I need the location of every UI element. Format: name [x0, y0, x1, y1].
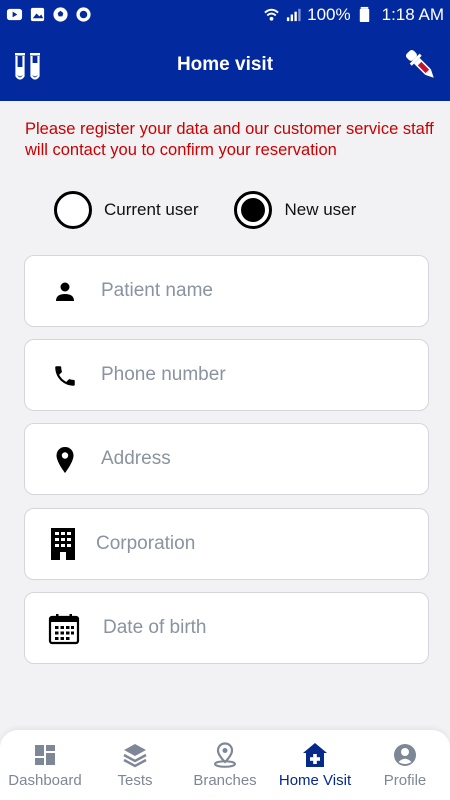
nav-item-dashboard[interactable]: Dashboard — [0, 730, 90, 800]
radio-current-user[interactable]: Current user — [54, 191, 198, 229]
page-title: Home visit — [176, 54, 274, 75]
app-bar: Home visit — [0, 29, 450, 101]
map-pin-icon — [214, 742, 236, 768]
radio-button-unchecked[interactable] — [54, 191, 92, 229]
dashboard-icon — [35, 745, 55, 765]
nav-label-home-visit: Home Visit — [278, 772, 352, 789]
calendar-icon — [47, 612, 81, 646]
whatsapp-icon — [76, 7, 91, 22]
location-pin-icon — [51, 446, 79, 474]
test-tubes-icon[interactable] — [12, 49, 44, 83]
patient-name-input[interactable] — [101, 280, 401, 302]
battery-icon — [359, 6, 369, 23]
corporation-input[interactable] — [96, 533, 396, 555]
dropper-icon[interactable] — [403, 47, 439, 83]
wifi-icon — [264, 8, 279, 21]
youtube-icon — [6, 8, 23, 21]
gallery-icon — [30, 7, 45, 22]
phone-number-field[interactable] — [24, 339, 429, 411]
date-of-birth-field[interactable] — [24, 592, 429, 664]
radio-label-new-user: New user — [284, 200, 357, 219]
nav-label-tests: Tests — [117, 772, 153, 789]
radio-label-current-user: Current user — [104, 200, 199, 219]
profile-icon — [394, 744, 416, 766]
address-field[interactable] — [24, 423, 429, 495]
soccer-icon — [53, 7, 68, 22]
notification-icons — [6, 6, 92, 23]
person-icon — [51, 278, 79, 306]
layers-icon — [123, 744, 147, 768]
signal-icon — [287, 8, 301, 22]
nav-item-branches[interactable]: Branches — [180, 730, 270, 800]
nav-item-profile[interactable]: Profile — [360, 730, 450, 800]
nav-label-profile: Profile — [383, 772, 427, 789]
radio-new-user[interactable]: New user — [234, 191, 356, 229]
nav-label-branches: Branches — [193, 772, 257, 789]
user-type-radio-group: Current user New user — [54, 191, 392, 229]
home-plus-icon — [303, 743, 327, 767]
status-bar: 100% 1:18 AM — [0, 0, 450, 29]
nav-label-dashboard: Dashboard — [8, 772, 82, 789]
bottom-navigation: Dashboard Tests Branches Home Visit Prof… — [0, 730, 450, 800]
nav-item-tests[interactable]: Tests — [90, 730, 180, 800]
clock: 1:18 AM — [381, 4, 444, 24]
corporation-field[interactable] — [24, 508, 429, 580]
registration-notice: Please register your data and our custom… — [25, 120, 434, 159]
date-of-birth-input[interactable] — [103, 617, 403, 639]
patient-name-field[interactable] — [24, 255, 429, 327]
nav-item-home-visit[interactable]: Home Visit — [270, 730, 360, 800]
phone-icon — [51, 362, 79, 390]
radio-button-checked[interactable] — [234, 191, 273, 229]
phone-number-input[interactable] — [101, 364, 401, 386]
address-input[interactable] — [101, 448, 401, 470]
battery-percent: 100% — [307, 4, 351, 24]
building-icon — [47, 527, 79, 561]
system-status: 100% 1:18 AM — [263, 5, 444, 25]
